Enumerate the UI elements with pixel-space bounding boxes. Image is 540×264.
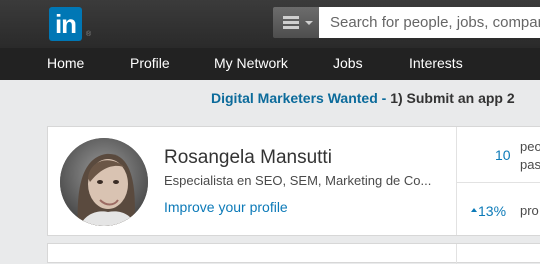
main-nav: Home Profile My Network Jobs Interests xyxy=(0,48,540,80)
nav-item-jobs[interactable]: Jobs xyxy=(333,48,363,80)
chevron-down-icon xyxy=(305,21,313,25)
search-category-dropdown[interactable] xyxy=(273,7,319,38)
profile-name[interactable]: Rosangela Mansutti xyxy=(164,147,332,169)
card-divider xyxy=(456,244,457,264)
nav-item-profile[interactable]: Profile xyxy=(130,48,170,80)
profile-views-count[interactable]: 10 xyxy=(495,147,511,163)
profile-headline: Especialista en SEO, SEM, Marketing de C… xyxy=(164,173,432,188)
nav-item-my-network[interactable]: My Network xyxy=(214,48,288,80)
rank-percent[interactable]: 13% xyxy=(478,203,506,219)
top-bar: in ® xyxy=(0,0,540,48)
banner-text: 1) Submit an app 2 xyxy=(390,90,515,106)
avatar[interactable] xyxy=(60,138,148,226)
search-input[interactable] xyxy=(319,7,540,38)
trend-up-icon xyxy=(471,208,477,212)
profile-card: Rosangela Mansutti Especialista en SEO, … xyxy=(47,126,540,236)
menu-icon xyxy=(283,16,299,29)
banner-title[interactable]: Digital Marketers Wanted - xyxy=(211,90,390,106)
sponsored-banner[interactable]: Digital Marketers Wanted - 1) Submit an … xyxy=(211,90,515,106)
nav-item-interests[interactable]: Interests xyxy=(409,48,463,80)
secondary-card xyxy=(47,243,540,264)
stats-divider xyxy=(457,182,540,183)
nav-item-home[interactable]: Home xyxy=(47,48,84,80)
linkedin-logo[interactable]: in xyxy=(49,7,82,41)
profile-views-label-1: peo xyxy=(520,139,540,154)
improve-profile-link[interactable]: Improve your profile xyxy=(164,199,288,215)
profile-views-label-2: pas xyxy=(520,157,540,172)
rank-label: pro xyxy=(520,203,539,218)
profile-photo xyxy=(60,138,148,226)
card-divider xyxy=(456,127,457,235)
registered-mark: ® xyxy=(86,31,92,38)
